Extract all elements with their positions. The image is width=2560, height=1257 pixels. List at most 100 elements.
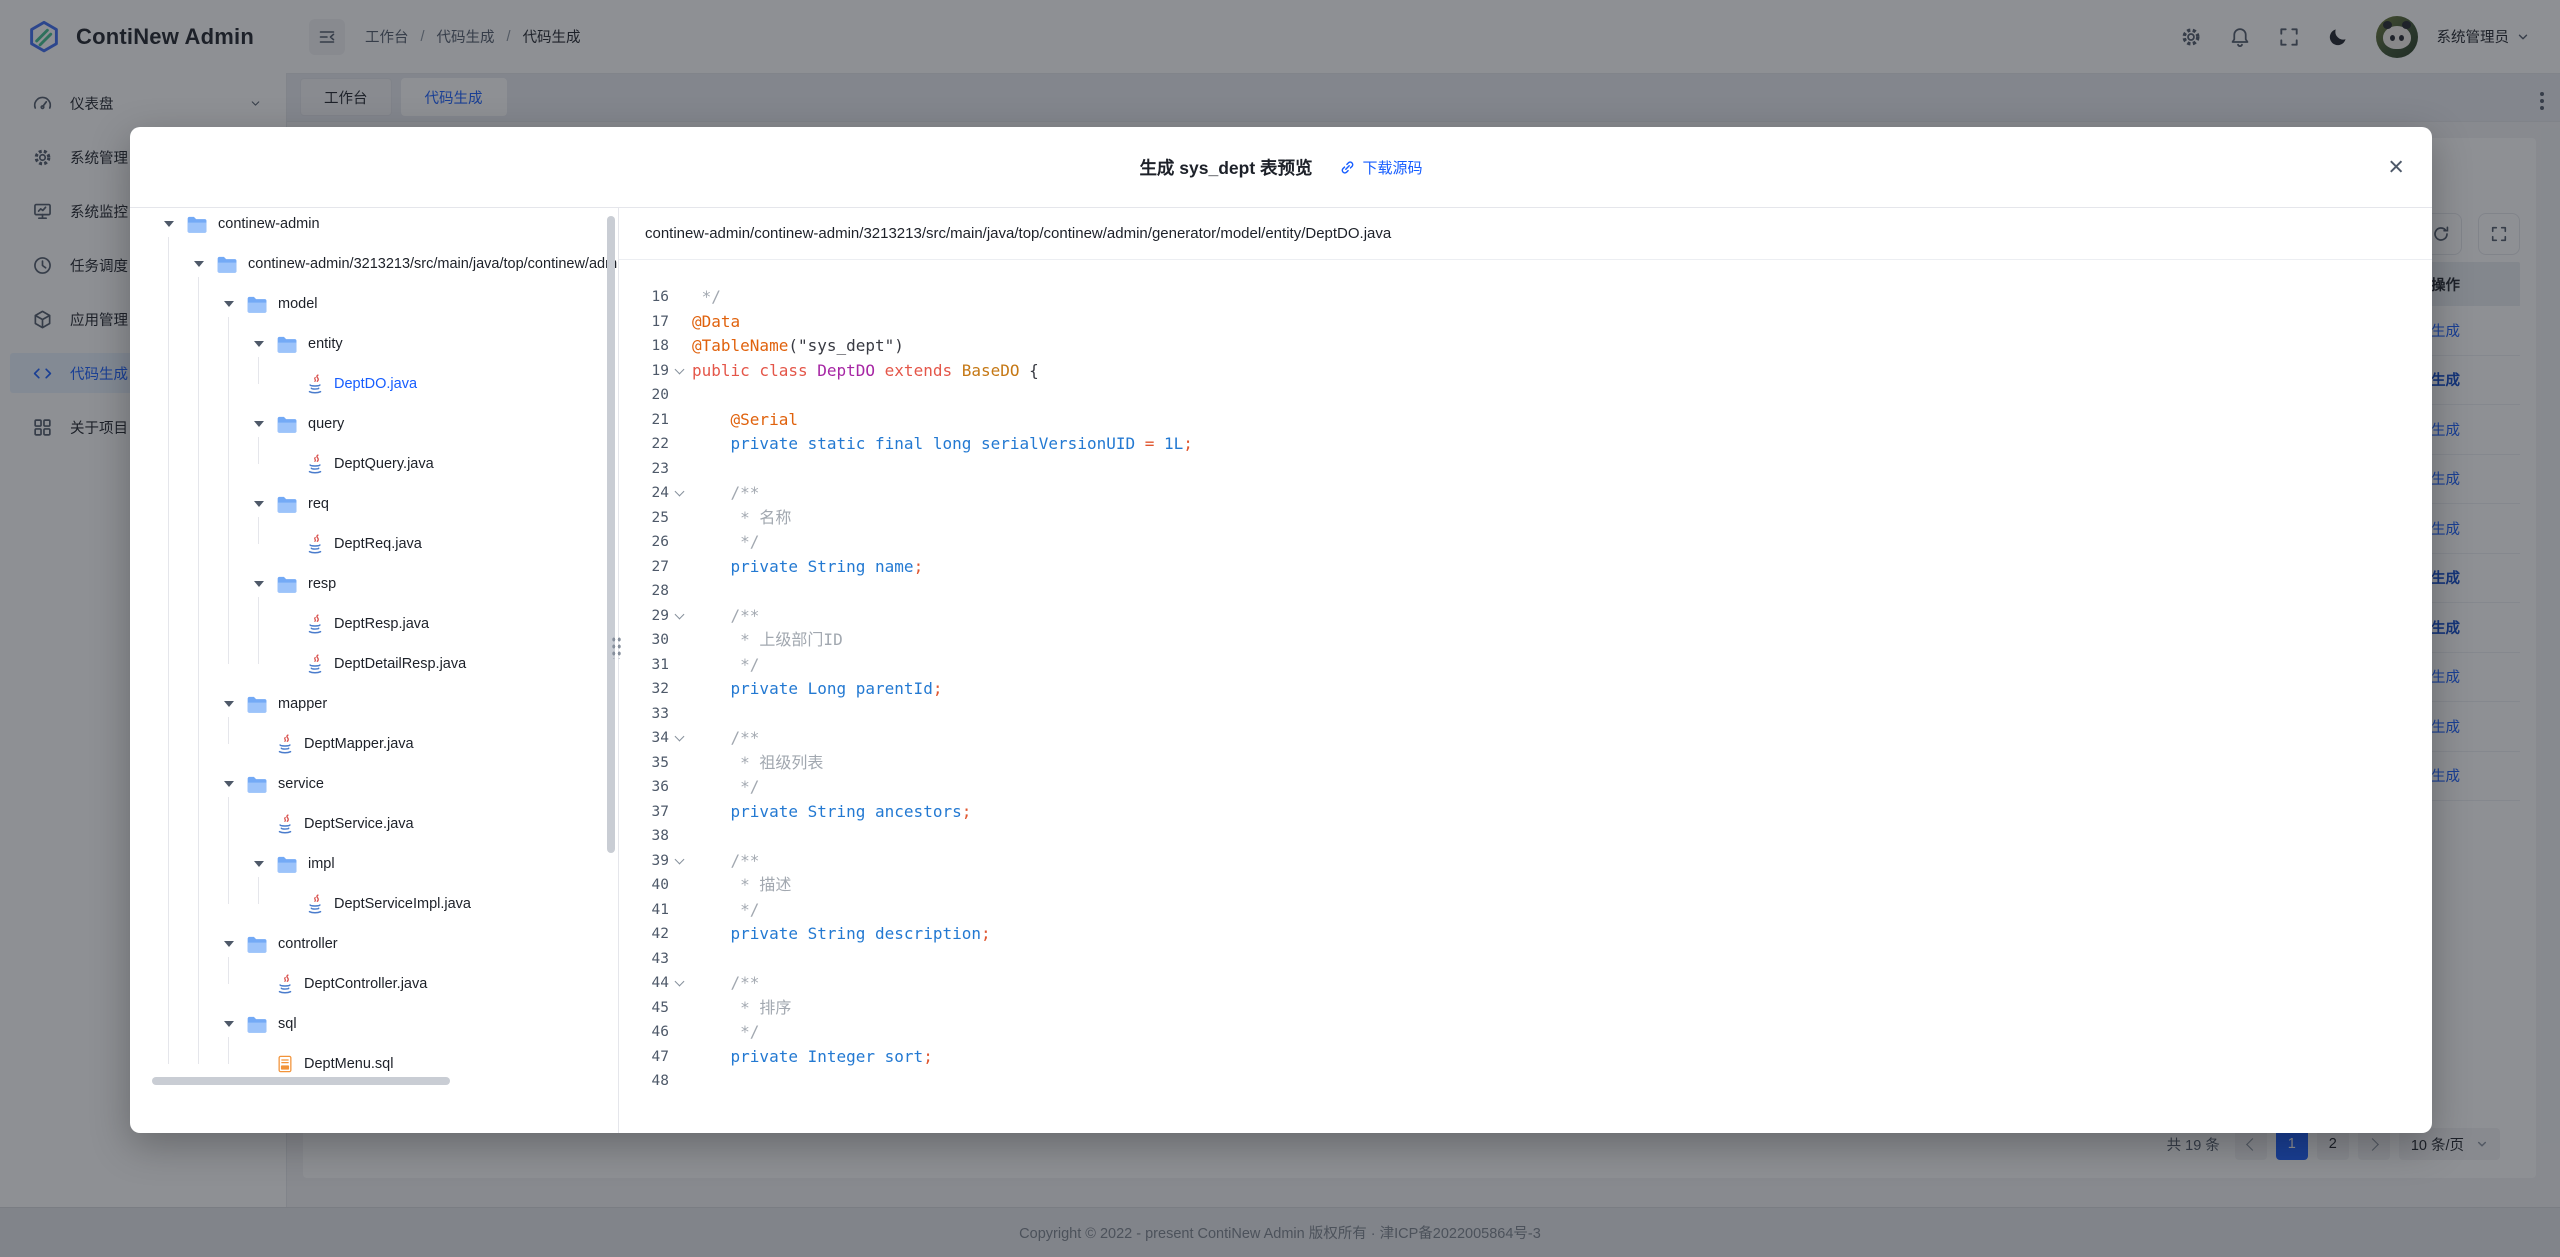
code-line: 32 private Long parentId; — [619, 677, 2432, 702]
line-number: 28 — [619, 579, 669, 604]
panel-resize-handle[interactable] — [610, 635, 621, 659]
tree-node-label: DeptResp.java — [334, 616, 429, 632]
fold-caret-icon[interactable] — [669, 971, 692, 996]
code-text: * 上级部门ID — [692, 628, 843, 653]
line-number: 27 — [619, 555, 669, 580]
tree-node-label: query — [308, 416, 344, 432]
code-text: * 排序 — [692, 996, 791, 1021]
code-text: /** — [692, 481, 759, 506]
tree-node-resp[interactable]: resp — [130, 564, 604, 604]
tree-node-controller[interactable]: controller — [130, 924, 604, 964]
tree-node-model[interactable]: model — [130, 284, 604, 324]
tree-expand-caret[interactable] — [220, 696, 238, 712]
tree-node-continew-admin[interactable]: continew-admin — [130, 208, 604, 244]
fold-gutter — [669, 408, 692, 433]
code-line: 16 */ — [619, 285, 2432, 310]
download-source-link[interactable]: 下载源码 — [1339, 157, 1423, 178]
tree-node-mapper[interactable]: mapper — [130, 684, 604, 724]
tree-indent-guide — [228, 717, 229, 744]
fold-gutter — [669, 579, 692, 604]
tree-indent-guide — [228, 317, 229, 664]
tree-node-req[interactable]: req — [130, 484, 604, 524]
tree-expand-caret[interactable] — [250, 416, 268, 432]
tree-node-deptquery-java[interactable]: DeptQuery.java — [130, 444, 604, 484]
code-line: 34 /** — [619, 726, 2432, 751]
code-text: * 名称 — [692, 506, 791, 531]
tree-node-deptresp-java[interactable]: DeptResp.java — [130, 604, 604, 644]
line-number: 35 — [619, 751, 669, 776]
fold-gutter — [669, 898, 692, 923]
fold-gutter — [669, 677, 692, 702]
tree-node-deptdo-java[interactable]: DeptDO.java — [130, 364, 604, 404]
java-file-icon — [306, 534, 324, 554]
tree-expand-caret[interactable] — [190, 256, 208, 272]
fold-caret-icon[interactable] — [669, 726, 692, 751]
fold-caret-icon[interactable] — [669, 604, 692, 629]
tree-node-deptservice-java[interactable]: DeptService.java — [130, 804, 604, 844]
fold-gutter — [669, 922, 692, 947]
code-text: private String description; — [692, 922, 991, 947]
tree-expand-caret[interactable] — [220, 296, 238, 312]
tree-node-query[interactable]: query — [130, 404, 604, 444]
tree-node-label: resp — [308, 576, 336, 592]
tree-node-label: DeptController.java — [304, 976, 427, 992]
code-text: */ — [692, 1020, 759, 1045]
link-icon — [1339, 159, 1356, 176]
tree-expand-caret[interactable] — [250, 576, 268, 592]
fold-caret-icon[interactable] — [669, 481, 692, 506]
tree-vertical-scrollbar[interactable] — [607, 216, 615, 853]
line-number: 47 — [619, 1045, 669, 1070]
fold-gutter — [669, 310, 692, 335]
tree-expand-caret[interactable] — [250, 856, 268, 872]
tree-node-sql[interactable]: sql — [130, 1004, 604, 1044]
tree-node-deptmapper-java[interactable]: DeptMapper.java — [130, 724, 604, 764]
tree-expand-caret[interactable] — [220, 1016, 238, 1032]
tree-node-deptreq-java[interactable]: DeptReq.java — [130, 524, 604, 564]
fold-caret-icon[interactable] — [669, 849, 692, 874]
code-text: */ — [692, 653, 759, 678]
code-line: 46 */ — [619, 1020, 2432, 1045]
folder-icon — [186, 215, 208, 234]
tree-node-continew-admin-3213213-src-main-java-top-continew-admin-generator[interactable]: continew-admin/3213213/src/main/java/top… — [130, 244, 604, 284]
code-line: 43 — [619, 947, 2432, 972]
line-number: 42 — [619, 922, 669, 947]
tree-expand-caret[interactable] — [160, 216, 178, 232]
line-number: 40 — [619, 873, 669, 898]
line-number: 21 — [619, 408, 669, 433]
tree-expand-caret[interactable] — [220, 776, 238, 792]
tree-node-deptdetailresp-java[interactable]: DeptDetailResp.java — [130, 644, 604, 684]
code-text: private String name; — [692, 555, 923, 580]
tree-indent-guide — [258, 437, 259, 464]
tree-node-deptcontroller-java[interactable]: DeptController.java — [130, 964, 604, 1004]
line-number: 31 — [619, 653, 669, 678]
tree-expand-caret[interactable] — [250, 496, 268, 512]
code-line: 29 /** — [619, 604, 2432, 629]
tree-horizontal-scrollbar[interactable] — [152, 1077, 450, 1085]
fold-gutter — [669, 506, 692, 531]
line-number: 46 — [619, 1020, 669, 1045]
folder-icon — [246, 775, 268, 794]
java-file-icon — [276, 734, 294, 754]
folder-icon — [246, 295, 268, 314]
code-line: 39 /** — [619, 849, 2432, 874]
tree-node-label: DeptDetailResp.java — [334, 656, 466, 672]
tree-expand-caret[interactable] — [250, 336, 268, 352]
tree-indent-guide — [228, 957, 229, 984]
fold-caret-icon[interactable] — [669, 359, 692, 384]
code-text: /** — [692, 726, 759, 751]
code-panel: continew-admin/continew-admin/3213213/sr… — [619, 208, 2432, 1133]
modal-header: 生成 sys_dept 表预览 下载源码 × — [130, 127, 2432, 208]
code-text: /** — [692, 971, 759, 996]
line-number: 38 — [619, 824, 669, 849]
tree-node-impl[interactable]: impl — [130, 844, 604, 884]
tree-node-service[interactable]: service — [130, 764, 604, 804]
code-line: 36 */ — [619, 775, 2432, 800]
tree-expand-caret[interactable] — [220, 936, 238, 952]
folder-icon — [216, 255, 238, 274]
tree-node-entity[interactable]: entity — [130, 324, 604, 364]
code-line: 26 */ — [619, 530, 2432, 555]
code-text: /** — [692, 604, 759, 629]
tree-node-deptserviceimpl-java[interactable]: DeptServiceImpl.java — [130, 884, 604, 924]
modal-close-button[interactable]: × — [2388, 154, 2404, 181]
code-text: @TableName("sys_dept") — [692, 334, 904, 359]
